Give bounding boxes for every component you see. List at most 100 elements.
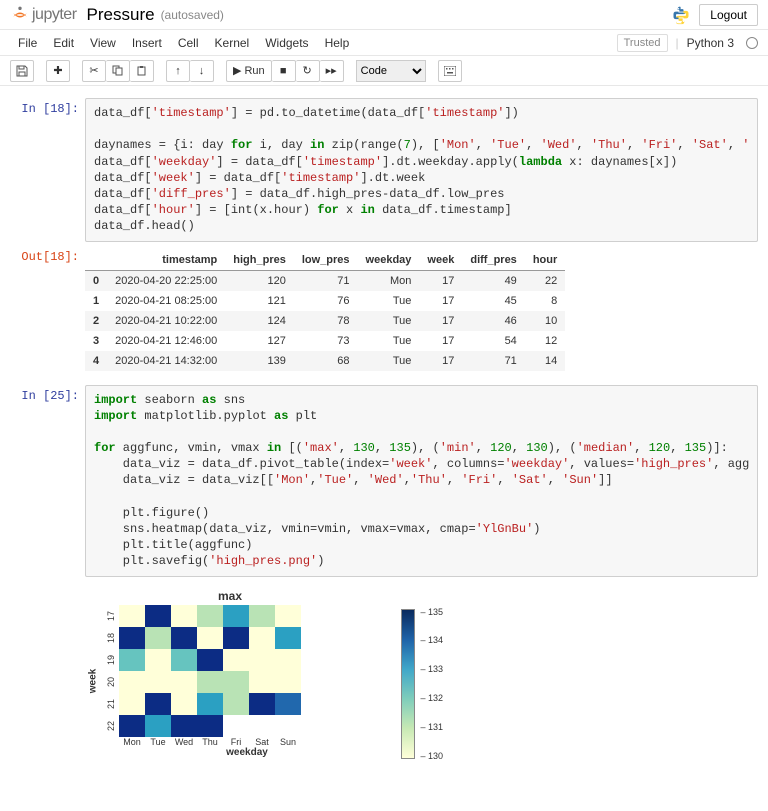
df-cell: 17 [419,331,462,351]
menu-insert[interactable]: Insert [124,33,170,53]
heatmap-cell [171,715,197,737]
output-cell: max week 171819202122 MonTueWedThuFriSat… [0,579,768,781]
colorbar-tick: – 135 [420,607,443,617]
table-row: 22020-04-21 10:22:0012478Tue174610 [85,311,565,331]
heatmap-cell [197,693,223,715]
df-header: high_pres [225,250,294,271]
x-axis-label: weekday [119,747,375,758]
heatmap-cell [145,693,171,715]
colorbar-tick: – 130 [420,751,443,761]
move-down-button[interactable]: ↓ [190,60,214,82]
code-cell[interactable]: In [25]: import seaborn as sns import ma… [0,383,768,579]
logout-button[interactable]: Logout [699,4,758,26]
paste-button[interactable] [130,60,154,82]
heatmap-cell [171,649,197,671]
kernel-indicator[interactable]: Python 3 [687,36,734,50]
df-cell: 76 [294,291,358,311]
menu-file[interactable]: File [10,33,45,53]
cut-button[interactable]: ✂ [82,60,106,82]
df-cell: Tue [358,331,420,351]
code-input[interactable]: data_df['timestamp'] = pd.to_datetime(da… [85,98,758,242]
menu-kernel[interactable]: Kernel [207,33,258,53]
df-header: week [419,250,462,271]
x-tick: Sat [249,737,275,747]
table-row: 02020-04-20 22:25:0012071Mon174922 [85,270,565,291]
divider: | [676,36,679,50]
x-tick: Thu [197,737,223,747]
heatmap-cell [197,627,223,649]
cut-icon: ✂ [89,64,98,77]
heatmap-cell [275,715,301,737]
df-cell: 121 [225,291,294,311]
df-cell: 14 [525,351,565,371]
menu-cell[interactable]: Cell [170,33,207,53]
df-cell: 8 [525,291,565,311]
command-palette-button[interactable] [438,60,462,82]
output-prompt-empty [10,581,85,779]
df-cell: 4 [85,351,107,371]
jupyter-icon [10,5,30,25]
code-input[interactable]: import seaborn as sns import matplotlib.… [85,385,758,577]
menu-widgets[interactable]: Widgets [257,33,316,53]
copy-icon [112,65,123,76]
fast-forward-icon: ▸▸ [326,64,337,77]
save-button[interactable] [10,60,34,82]
heatmap-cell [119,649,145,671]
y-tick: 20 [100,674,122,690]
y-tick: 21 [100,696,122,712]
df-cell: Tue [358,291,420,311]
plus-icon: ✚ [53,64,62,77]
df-header: hour [525,250,565,271]
chart-title: max [85,589,375,603]
df-cell: Tue [358,351,420,371]
df-cell: 2020-04-20 22:25:00 [107,270,225,291]
df-header: timestamp [107,250,225,271]
save-icon [16,65,28,77]
jupyter-text: jupyter [32,6,77,24]
restart-run-all-button[interactable]: ▸▸ [320,60,344,82]
df-cell: 139 [225,351,294,371]
df-cell: 45 [462,291,524,311]
jupyter-logo[interactable]: jupyter [10,5,77,25]
arrow-down-icon: ↓ [199,65,205,77]
heatmap-cell [223,649,249,671]
heatmap-cell [119,627,145,649]
heatmap-cell [197,671,223,693]
heatmap-cell [171,693,197,715]
heatmap-cell [197,605,223,627]
heatmap-cell [171,671,197,693]
dataframe-table: timestamphigh_preslow_presweekdayweekdif… [85,250,565,371]
df-header: diff_pres [462,250,524,271]
add-cell-button[interactable]: ✚ [46,60,70,82]
menu-edit[interactable]: Edit [45,33,82,53]
interrupt-button[interactable]: ■ [272,60,296,82]
df-cell: 12 [525,331,565,351]
heatmap-cell [249,649,275,671]
heatmap-cell [275,649,301,671]
restart-button[interactable]: ↻ [296,60,320,82]
heatmap-grid: 171819202122 [103,605,375,737]
colorbar [401,609,415,759]
df-cell: 127 [225,331,294,351]
heatmap-cell [275,605,301,627]
menu-view[interactable]: View [82,33,124,53]
heatmap-cell [223,671,249,693]
move-up-button[interactable]: ↑ [166,60,190,82]
heatmap-cell [249,671,275,693]
notebook-name[interactable]: Pressure [87,5,155,25]
colorbar-tick: – 132 [420,693,443,703]
y-tick: 22 [100,718,122,734]
df-cell: Tue [358,311,420,331]
heatmap-cell [145,649,171,671]
trusted-badge[interactable]: Trusted [617,34,668,52]
code-text: import seaborn as sns import matplotlib.… [94,392,749,570]
run-button[interactable]: ▶Run [226,60,272,82]
restart-icon: ↻ [303,64,312,77]
cell-type-select[interactable]: Code [356,60,426,82]
menu-help[interactable]: Help [317,33,358,53]
df-cell: 78 [294,311,358,331]
code-cell[interactable]: In [18]: data_df['timestamp'] = pd.to_da… [0,96,768,244]
heatmap-cell [275,693,301,715]
copy-button[interactable] [106,60,130,82]
x-tick: Sun [275,737,301,747]
